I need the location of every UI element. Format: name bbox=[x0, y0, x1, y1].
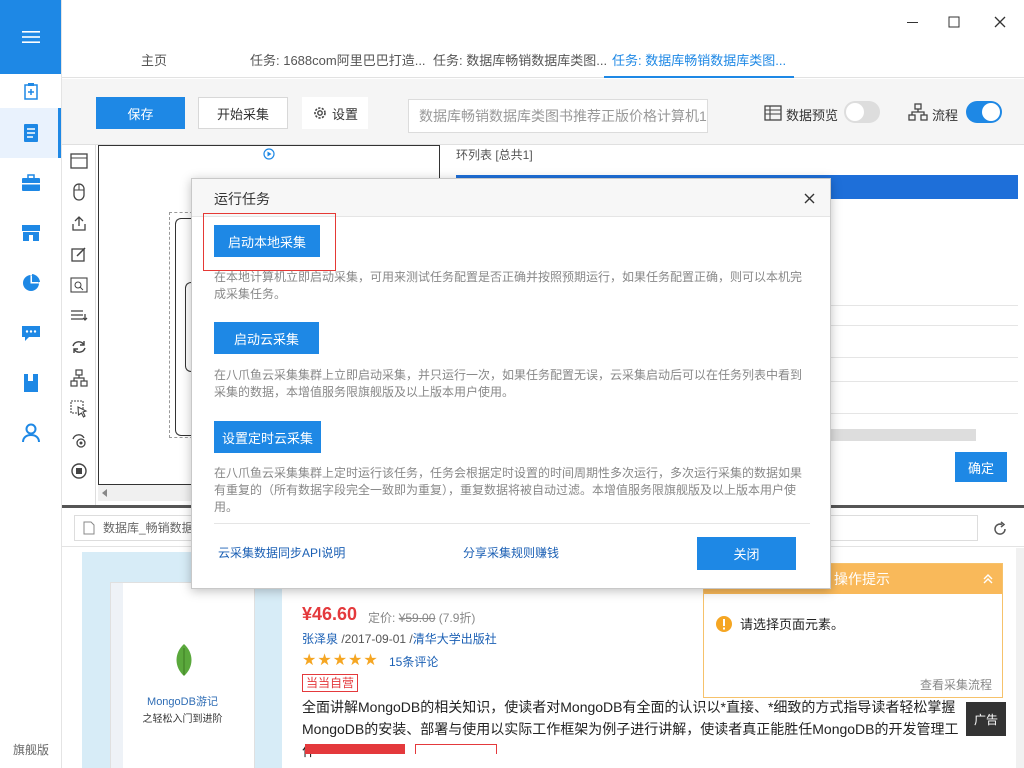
pie-chart-icon bbox=[22, 274, 40, 291]
sidebar-item-tasks[interactable] bbox=[0, 108, 61, 158]
menu-button[interactable] bbox=[0, 0, 61, 74]
schedule-collect-description: 在八爪鱼云采集集群上定时运行该任务，任务会根据定时设置的时间周期性多次运行，多次… bbox=[214, 466, 803, 514]
sidebar-item-toolbox[interactable] bbox=[0, 158, 61, 208]
cloud-collect-description: 在八爪鱼云采集集群上立即启动采集，并只运行一次，如果任务配置无误，云采集启动后可… bbox=[214, 368, 803, 399]
dialog-close-action-button[interactable]: 关闭 bbox=[697, 537, 796, 570]
dialog-header: 运行任务 bbox=[192, 179, 830, 217]
schedule-cloud-collect-button[interactable]: 设置定时云采集 bbox=[214, 421, 322, 453]
user-icon bbox=[21, 423, 40, 443]
sidebar-item-new-task[interactable] bbox=[0, 74, 61, 108]
dialog-close-button[interactable] bbox=[800, 189, 818, 207]
document-icon bbox=[23, 124, 38, 142]
local-collect-description: 在本地计算机立即启动采集，可用来测试任务配置是否正确并按照预期运行，如果任务配置… bbox=[214, 270, 803, 301]
chat-icon bbox=[21, 326, 40, 341]
hamburger-icon bbox=[21, 31, 40, 43]
start-local-collect-button[interactable]: 启动本地采集 bbox=[214, 225, 321, 257]
add-clipboard-icon bbox=[23, 83, 38, 100]
sidebar: 旗舰版 bbox=[0, 0, 62, 768]
book-icon bbox=[23, 374, 38, 392]
dialog-divider bbox=[214, 523, 810, 524]
api-docs-link[interactable]: 云采集数据同步API说明 bbox=[218, 544, 345, 561]
start-cloud-collect-button[interactable]: 启动云采集 bbox=[214, 322, 320, 354]
sidebar-item-messages[interactable] bbox=[0, 308, 61, 358]
close-icon bbox=[804, 193, 814, 203]
edition-label: 旗舰版 bbox=[12, 743, 49, 757]
share-rules-link[interactable]: 分享采集规则赚钱 bbox=[463, 544, 559, 561]
run-task-dialog: 运行任务 启动本地采集 在本地计算机立即启动采集，可用来测试任务配置是否正确并按… bbox=[191, 178, 831, 589]
sidebar-item-account[interactable] bbox=[0, 408, 61, 458]
briefcase-icon bbox=[21, 174, 40, 191]
dialog-title: 运行任务 bbox=[214, 191, 270, 207]
sidebar-item-tutorial[interactable] bbox=[0, 358, 61, 408]
sidebar-item-data[interactable] bbox=[0, 258, 61, 308]
store-icon bbox=[21, 225, 40, 241]
sidebar-item-market[interactable] bbox=[0, 208, 61, 258]
